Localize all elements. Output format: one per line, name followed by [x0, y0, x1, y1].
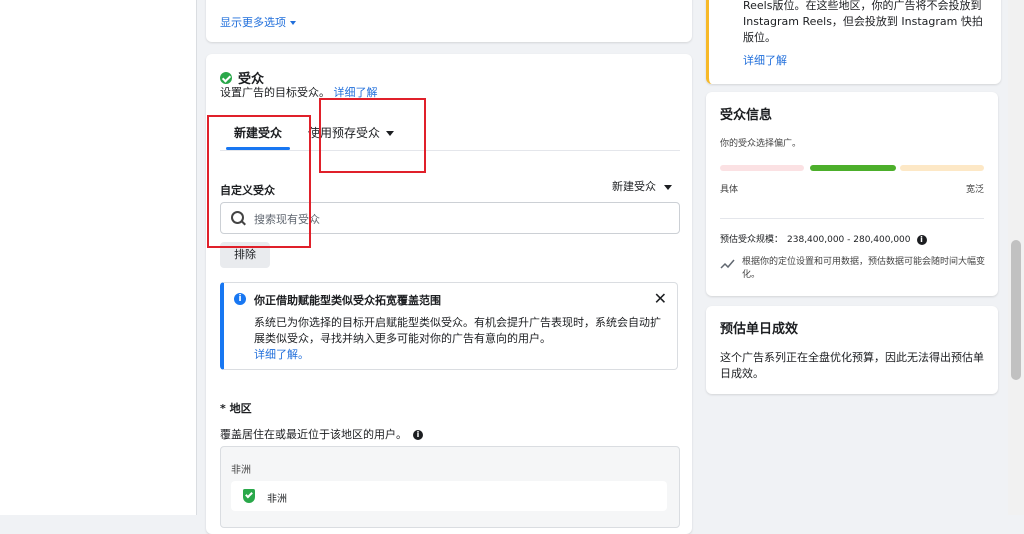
location-item[interactable]: 非洲	[231, 481, 667, 511]
check-circle-icon	[220, 71, 232, 84]
scrollbar-thumb[interactable]	[1011, 240, 1021, 380]
notice-title: 你正借助赋能型类似受众拓宽覆盖范围	[254, 294, 441, 307]
meter-specific-segment	[720, 165, 804, 171]
location-included-icon	[243, 489, 255, 503]
info-icon[interactable]: i	[413, 430, 423, 440]
divider	[720, 218, 984, 219]
info-icon: i	[234, 293, 246, 305]
audience-subtitle-text: 设置广告的目标受众。	[220, 86, 330, 99]
notice-body-text: 系统已为你选择的目标开启赋能型类似受众。有机会提升广告表现时，系统会自动扩展类似…	[254, 316, 661, 345]
new-audience-dropdown[interactable]: 新建受众	[612, 178, 672, 194]
daily-results-body: 这个广告系列正在全盘优化预算，因此无法得出预估单日成效。	[720, 351, 984, 380]
meter-broad-segment	[900, 165, 984, 171]
previous-section-card: 显示更多选项	[206, 0, 692, 42]
location-group: 非洲	[231, 465, 251, 476]
show-more-options-label: 显示更多选项	[220, 16, 286, 29]
location-label: * 地区	[220, 402, 252, 415]
audience-info-card: 受众信息 你的受众选择偏广。 具体 宽泛 预估受众规模： 238,400,000 …	[706, 92, 998, 296]
audience-info-subtitle: 你的受众选择偏广。	[720, 139, 802, 149]
advantage-lookalike-notice: i 你正借助赋能型类似受众拓宽覆盖范围 ✕ 系统已为你选择的目标开启赋能型类似受…	[220, 282, 678, 370]
placement-learn-more-link[interactable]: 详细了解	[743, 52, 787, 68]
audience-estimate-note: 根据你的定位设置和可用数据，预估数据可能会随时间大幅变化。	[742, 257, 986, 280]
notice-learn-more-link[interactable]: 详细了解。	[254, 348, 309, 361]
meter-specific-label: 具体	[720, 185, 739, 195]
location-box: 非洲 非洲	[220, 446, 680, 528]
location-description-text: 覆盖居住在或最近位于该地区的用户。	[220, 428, 407, 441]
show-more-options-link[interactable]: 显示更多选项	[220, 14, 296, 30]
caret-down-icon	[290, 21, 296, 25]
trend-icon	[720, 259, 735, 269]
caret-down-icon	[664, 184, 672, 190]
meter-current-segment	[810, 165, 896, 171]
placement-notice-card: Reels版位。在这些地区，你的广告将不会投放到 Instagram Reels…	[706, 0, 1001, 84]
estimated-audience-size-label: 预估受众规模：	[720, 235, 784, 245]
placement-notice-text: Reels版位。在这些地区，你的广告将不会投放到 Instagram Reels…	[743, 0, 983, 44]
estimated-daily-results-card: 预估单日成效 这个广告系列正在全盘优化预算，因此无法得出预估单日成效。	[706, 306, 998, 394]
notice-body: 系统已为你选择的目标开启赋能型类似受众。有机会提升广告表现时，系统会自动扩展类似…	[254, 315, 666, 363]
info-icon[interactable]: i	[916, 234, 927, 245]
audience-info-title: 受众信息	[720, 108, 773, 123]
close-icon[interactable]: ✕	[654, 289, 667, 308]
estimated-audience-size: 预估受众规模： 238,400,000 - 280,400,000 i	[720, 232, 927, 245]
annotation-box-new-audience	[207, 115, 311, 248]
annotation-box-saved-audience	[319, 98, 426, 173]
meter-broad-label: 宽泛	[965, 185, 984, 195]
location-item-label: 非洲	[267, 494, 287, 505]
left-blank-area	[0, 0, 197, 515]
location-description: 覆盖居住在或最近位于该地区的用户。 i	[220, 426, 423, 442]
audience-breadth-meter	[720, 165, 984, 171]
estimated-audience-size-value: 238,400,000 - 280,400,000	[787, 235, 911, 245]
new-audience-dropdown-label: 新建受众	[612, 180, 656, 193]
daily-results-title: 预估单日成效	[720, 322, 799, 337]
